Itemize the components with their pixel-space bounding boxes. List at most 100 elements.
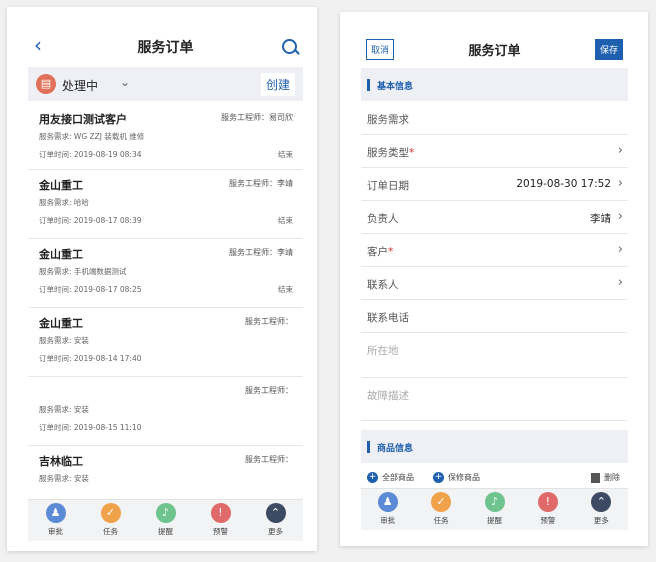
- tab-label: 审批: [380, 516, 396, 525]
- more-icon: ⌃: [591, 492, 612, 512]
- save-button[interactable]: 保存: [594, 39, 623, 60]
- field-label: 联系人: [367, 279, 399, 291]
- order-list-item[interactable]: 金山重工 服务工程师：李靖服务需求: 手机端数据测试订单时间: 2019-08-1…: [28, 238, 303, 308]
- alert-icon: !: [210, 503, 231, 523]
- bottom-tab-bar: ♟ 审批 ✓ 任务 ♪ 提醒! 预警 ⌃ 更多: [28, 499, 303, 541]
- field-customer[interactable]: 客户* ›: [361, 233, 628, 267]
- tab-label: 预警: [213, 527, 228, 536]
- order-time: 订单时间: 2019-08-19 08:34: [39, 150, 142, 159]
- tab-label: 提醒: [158, 527, 173, 536]
- tab-alert[interactable]: ! 预警: [201, 503, 241, 537]
- order-time: 订单时间: 2019-08-17 08:25: [39, 285, 142, 294]
- field-placeholder: 故障描述: [367, 390, 409, 402]
- bottom-tab-bar: ♟ 审批 ✓ 任务 ♪ 提醒! 预警 ⌃ 更多: [361, 488, 628, 530]
- tab-bell[interactable]: ♪ 提醒: [475, 492, 515, 526]
- field-phone[interactable]: 联系电话: [361, 299, 628, 333]
- tab-label: 更多: [593, 516, 609, 525]
- field-contact[interactable]: 联系人 ›: [361, 266, 628, 300]
- tab-label: 任务: [103, 527, 118, 536]
- search-icon[interactable]: [282, 39, 297, 54]
- order-list-item[interactable]: 用友接口测试客户 服务工程师：易司欣 服务需求: WG ZZJ 装载机 维修 订单时间…: [28, 103, 303, 170]
- person-icon: ♟: [377, 492, 398, 512]
- section-title: 商品信息: [377, 444, 414, 454]
- chevron-right-icon: ›: [617, 242, 623, 257]
- chevron-right-icon: ›: [617, 275, 623, 290]
- section-accent-bar: [367, 441, 370, 453]
- tab-bell[interactable]: ♪ 提醒: [146, 503, 186, 537]
- service-demand: 服务需求: 安装: [39, 405, 89, 414]
- required-mark: *: [388, 246, 394, 258]
- service-engineer: 服务工程师：李靖: [229, 248, 293, 257]
- customer-name: 吉林临工: [39, 455, 83, 468]
- order-list-item[interactable]: 服务工程师： 服务需求: 安装订单时间: 2019-08-15 11:10: [28, 376, 303, 446]
- field-service-demand[interactable]: 服务需求: [361, 101, 628, 135]
- service-engineer: 服务工程师：: [245, 455, 293, 464]
- field-location[interactable]: 所在地: [361, 332, 628, 378]
- page-title: 服务订单: [468, 44, 521, 59]
- tab-task[interactable]: ✓ 任务: [421, 492, 461, 526]
- order-status: 结束: [278, 285, 293, 294]
- order-time: 订单时间: 2019-08-15 11:10: [39, 423, 142, 432]
- service-engineer: 服务工程师：李靖: [229, 179, 293, 188]
- chevron-right-icon: ›: [617, 176, 623, 191]
- person-icon: ♟: [45, 503, 66, 523]
- field-label: 服务类型*: [367, 147, 415, 159]
- field-fault-description[interactable]: 故障描述: [361, 377, 628, 421]
- tab-task[interactable]: ✓ 任务: [91, 503, 131, 537]
- filter-bar: ▤ 处理中 ⌄ 创建: [28, 67, 303, 101]
- tab-more[interactable]: ⌃ 更多: [581, 492, 621, 526]
- bell-icon: ♪: [484, 492, 505, 512]
- order-status: 结束: [278, 150, 293, 159]
- order-date-value: 2019-08-30 17:52: [516, 178, 611, 190]
- field-placeholder: 所在地: [367, 345, 399, 357]
- chevron-down-icon[interactable]: ⌄: [120, 75, 130, 89]
- customer-name: 金山重工: [39, 317, 83, 330]
- field-label: 订单日期: [367, 180, 409, 192]
- field-owner[interactable]: 负责人 李靖 ›: [361, 200, 628, 234]
- field-order-date[interactable]: 订单日期 2019-08-30 17:52 ›: [361, 167, 628, 201]
- tab-label: 审批: [48, 527, 63, 536]
- field-label: 负责人: [367, 213, 399, 225]
- order-time: 订单时间: 2019-08-14 17:40: [39, 354, 142, 363]
- tab-label: 预警: [540, 516, 556, 525]
- create-button[interactable]: 创建: [260, 73, 295, 96]
- alert-icon: !: [537, 492, 558, 512]
- service-engineer: 服务工程师：: [245, 386, 293, 395]
- section-accent-bar: [367, 79, 370, 91]
- status-filter-label[interactable]: 处理中: [62, 77, 98, 94]
- trash-icon: [591, 472, 600, 483]
- add-all-goods-button[interactable]: + 全部商品: [367, 472, 414, 483]
- field-label: 联系电话: [367, 312, 409, 324]
- more-icon: ⌃: [265, 503, 286, 523]
- order-status: 结束: [278, 216, 293, 225]
- add-warranty-goods-button[interactable]: + 保修商品: [433, 472, 480, 483]
- task-icon: ✓: [431, 492, 452, 512]
- goods-info-section: 商品信息: [361, 430, 628, 463]
- page-title: 服务订单: [137, 40, 194, 56]
- chevron-right-icon: ›: [617, 143, 623, 158]
- service-demand: 服务需求: 手机端数据测试: [39, 267, 127, 276]
- order-list-screen: ‹ 服务订单 ▤ 处理中 ⌄ 创建 用友接口测试客户 服务工程师：易司欣 服务需求:…: [28, 27, 303, 541]
- field-label: 服务需求: [367, 114, 409, 126]
- service-demand: 服务需求: 安装: [39, 336, 89, 345]
- tab-more[interactable]: ⌃ 更多: [256, 503, 296, 537]
- customer-name: 金山重工: [39, 248, 83, 261]
- owner-value: 李靖: [590, 213, 611, 225]
- field-label: 客户*: [367, 246, 394, 258]
- delete-goods-button[interactable]: 删除: [591, 472, 620, 483]
- order-form-screen: 取消 服务订单 保存 基本信息 服务需求 服务类型* › 订单日期 2019-0…: [361, 34, 628, 530]
- tab-person[interactable]: ♟ 审批: [36, 503, 76, 537]
- section-title: 基本信息: [377, 82, 414, 92]
- tab-label: 提醒: [487, 516, 502, 525]
- field-service-type[interactable]: 服务类型* ›: [361, 134, 628, 168]
- list-header: ‹ 服务订单: [28, 27, 303, 63]
- chevron-right-icon: ›: [617, 209, 623, 224]
- tab-alert[interactable]: ! 预警: [528, 492, 568, 526]
- order-list-item[interactable]: 金山重工 服务工程师： 服务需求: 安装 订单时间: 2019-08-14 17:40: [28, 307, 303, 377]
- order-list-item[interactable]: 金山重工 服务工程师：李靖 服务需求: 哈哈 订单时间: 2019-08-17 08:…: [28, 169, 303, 239]
- order-time: 订单时间: 2019-08-17 08:39: [39, 216, 142, 225]
- required-mark: *: [409, 147, 415, 159]
- service-demand: 服务需求: 安装: [39, 474, 89, 483]
- left-screenshot-card: ‹ 服务订单 ▤ 处理中 ⌄ 创建 用友接口测试客户 服务工程师：易司欣 服务需求:…: [7, 7, 317, 551]
- tab-person[interactable]: ♟ 审批: [368, 492, 408, 526]
